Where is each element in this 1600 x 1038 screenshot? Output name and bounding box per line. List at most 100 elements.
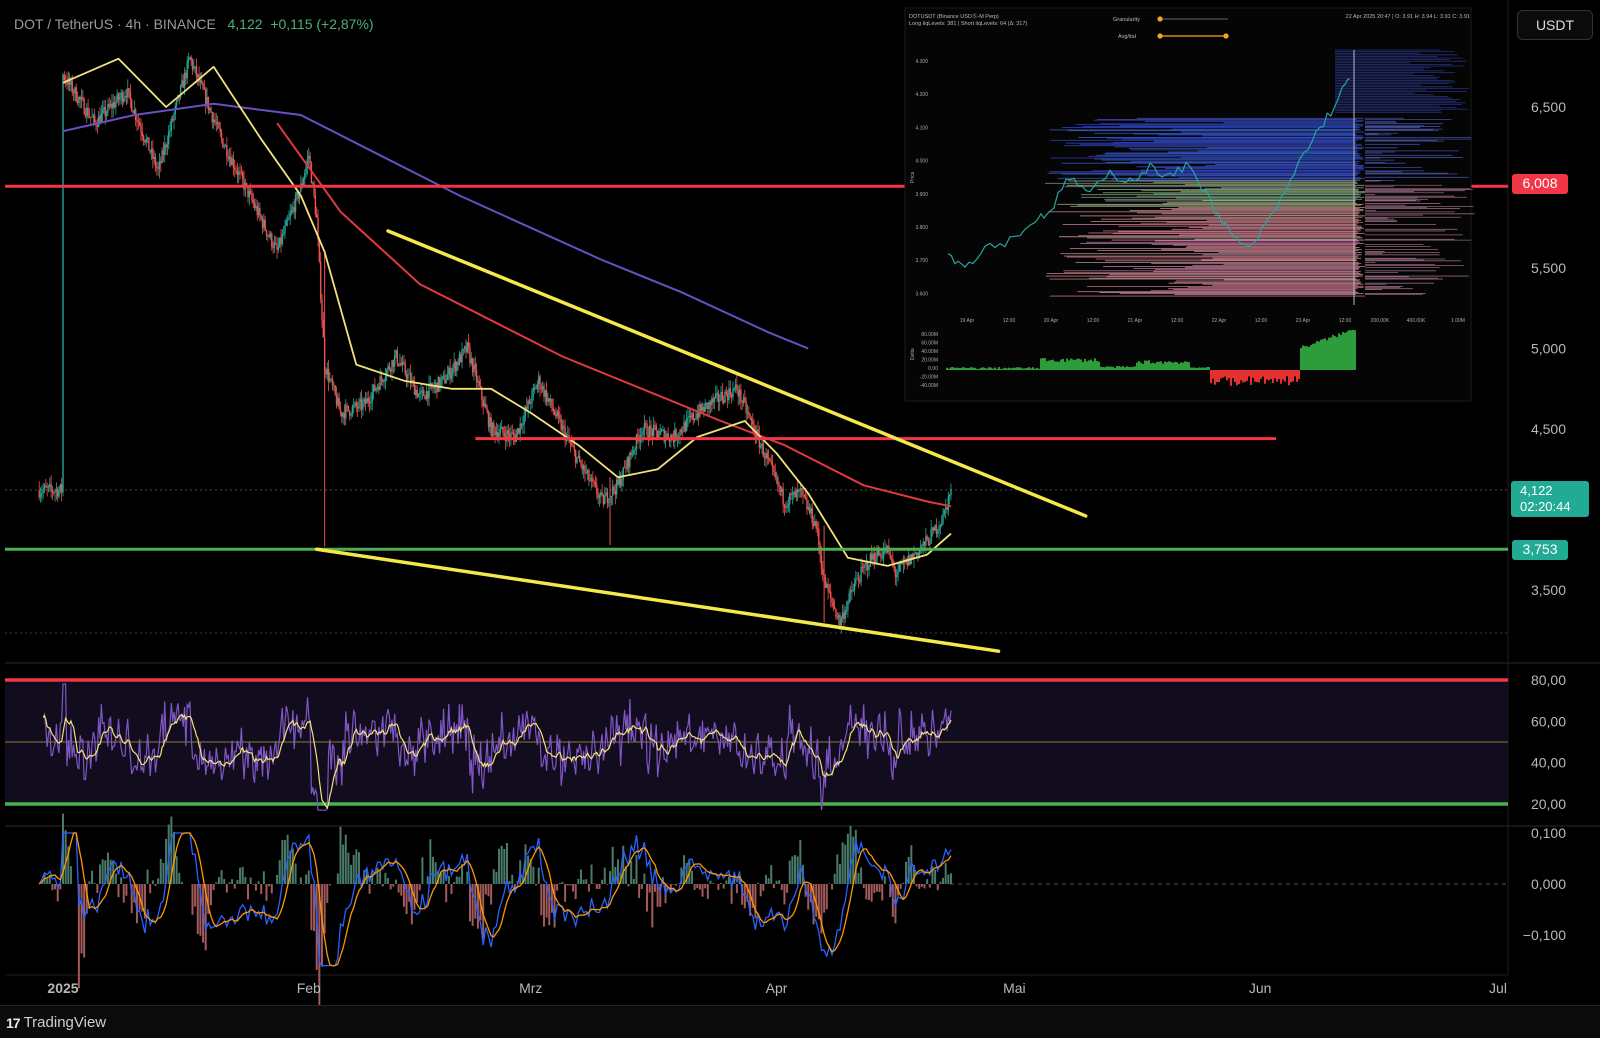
- candle-body: [924, 542, 925, 546]
- candle-body: [858, 578, 859, 580]
- macd-histogram-bar: [51, 884, 53, 890]
- inset-delta-bar: [1212, 370, 1214, 379]
- macd-histogram-bar: [900, 884, 902, 889]
- time-tick-label: Jul: [1489, 980, 1507, 996]
- candle-body: [109, 104, 110, 107]
- inset-delta-bar: [1184, 361, 1186, 370]
- candle-body: [239, 172, 240, 173]
- inset-x-tick: 19 Apr: [960, 318, 975, 324]
- candle-body: [712, 398, 713, 402]
- macd-histogram-bar: [926, 879, 928, 884]
- macd-histogram-bar: [147, 870, 149, 884]
- currency-button[interactable]: USDT: [1517, 10, 1593, 40]
- candle-body: [636, 435, 637, 449]
- inset-delta-bar: [1040, 359, 1042, 370]
- inset-delta-bar: [1042, 358, 1044, 370]
- macd-histogram-bar: [80, 884, 82, 954]
- macd-histogram-bar: [850, 826, 852, 884]
- macd-histogram-bar: [398, 884, 400, 893]
- candle-body: [535, 388, 536, 389]
- inset-delta-bar: [1108, 367, 1110, 370]
- candle-body: [772, 463, 773, 466]
- candle-body: [357, 407, 358, 409]
- inset-slider-handle[interactable]: [1157, 16, 1162, 21]
- candle-body: [173, 114, 174, 121]
- macd-histogram-bar: [762, 884, 764, 891]
- candle-body: [597, 495, 598, 498]
- candle-body: [718, 393, 719, 402]
- macd-histogram-bar: [879, 884, 881, 892]
- candle-body: [542, 386, 543, 389]
- macd-histogram-bar: [865, 884, 867, 899]
- macd-histogram-bar: [791, 856, 793, 884]
- inset-delta-bar: [982, 367, 984, 370]
- inset-delta-bar: [1258, 370, 1260, 382]
- candle-body: [526, 407, 527, 409]
- candle-body: [662, 430, 663, 431]
- candle-body: [678, 436, 679, 437]
- inset-slider-handle[interactable]: [1223, 33, 1228, 38]
- inset-delta-bar: [1100, 367, 1102, 370]
- candle-body: [332, 379, 333, 386]
- inset-delta-bar: [1242, 370, 1244, 382]
- candle-body: [56, 489, 57, 491]
- macd-histogram-bar: [794, 855, 796, 884]
- candle-body: [576, 457, 577, 463]
- candle-body: [408, 374, 409, 375]
- candle-body: [254, 203, 255, 208]
- inset-delta-bar: [1280, 370, 1282, 384]
- candle-body: [185, 73, 186, 78]
- candle-body: [369, 402, 370, 404]
- chart-canvas[interactable]: 6,5005,5005,0004,5003,5002025FebMrzAprMa…: [0, 0, 1600, 1005]
- candle-body: [266, 230, 267, 235]
- candle-body: [854, 584, 855, 590]
- macd-histogram-bar: [604, 868, 606, 884]
- candle-body: [711, 398, 712, 404]
- candle-body: [164, 144, 165, 154]
- candle-body: [150, 151, 151, 153]
- tradingview-logo[interactable]: 17 TradingView: [6, 1014, 106, 1031]
- inset-delta-bar: [978, 369, 980, 370]
- symbol-header[interactable]: DOT / TetherUS · 4h · BINANCE 4,122 +0,1…: [14, 16, 374, 32]
- candle-body: [304, 173, 305, 179]
- candle-body: [821, 555, 822, 569]
- inset-slider-handle[interactable]: [1157, 33, 1162, 38]
- candle-body: [841, 618, 842, 625]
- candle-body: [107, 104, 108, 112]
- trendline[interactable]: [317, 549, 999, 651]
- candle-body: [679, 430, 680, 436]
- macd-histogram-bar: [559, 883, 561, 884]
- candle-body: [781, 489, 782, 492]
- macd-histogram-bar: [651, 884, 653, 927]
- macd-histogram-bar: [493, 869, 495, 884]
- macd-histogram-bar: [276, 875, 278, 884]
- candle-body: [473, 365, 474, 373]
- candle-body: [863, 567, 864, 568]
- candle-body: [624, 467, 625, 468]
- candle-body: [393, 360, 394, 366]
- inset-delta-bar: [1010, 368, 1012, 370]
- inset-y-tick: 3.800: [915, 225, 928, 231]
- inset-delta-bar: [1308, 347, 1310, 370]
- candle-body: [862, 567, 863, 568]
- candle-body: [381, 376, 382, 379]
- inset-delta-bar: [1118, 366, 1120, 370]
- inset-delta-bar: [1074, 360, 1076, 370]
- inset-delta-bar: [1030, 368, 1032, 370]
- candle-body: [752, 421, 753, 425]
- inset-delta-bar: [1236, 370, 1238, 385]
- macd-histogram-bar: [575, 884, 577, 899]
- candle-body: [476, 369, 477, 382]
- candle-body: [81, 97, 82, 99]
- candle-body: [229, 157, 230, 160]
- candle-body: [427, 391, 428, 398]
- candle-body: [238, 172, 239, 175]
- candle-body: [551, 399, 552, 408]
- inset-delta-bar: [1126, 366, 1128, 370]
- candle-body: [147, 137, 148, 139]
- inset-slider-label-2: Avg/ital: [1118, 34, 1136, 40]
- candle-body: [138, 121, 139, 122]
- inset-delta-bar: [1314, 343, 1316, 370]
- candle-body: [657, 431, 658, 437]
- candle-body: [522, 425, 523, 426]
